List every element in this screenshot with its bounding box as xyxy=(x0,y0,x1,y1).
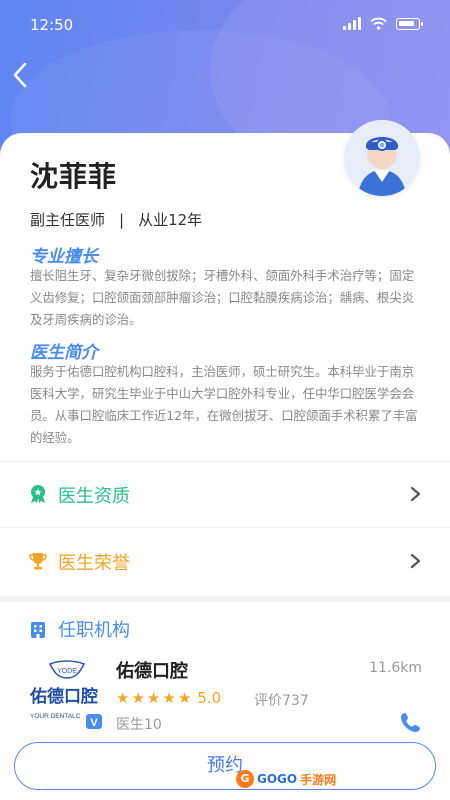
clinic-logo[interactable]: YODE 佑德口腔 YOUR DENTALC V xyxy=(30,658,104,730)
divider xyxy=(0,527,450,528)
doctor-name: 沈菲菲 xyxy=(30,160,118,193)
status-bar: 12:50 xyxy=(0,0,450,50)
bio-text: 服务于佑德口腔机构口腔科，主治医师，硕士研究生。本科毕业于南京医科大学，研究生毕… xyxy=(30,364,418,445)
star-icon: ★ xyxy=(146,689,161,707)
specialty-text: 擅长阻生牙、复杂牙微创拔除；牙槽外科、颌面外科手术治疗等；固定义齿修复；口腔颌面… xyxy=(30,268,415,327)
building-icon xyxy=(31,622,45,638)
doctor-avatar xyxy=(344,120,420,196)
clinic-name[interactable]: 佑德口腔 xyxy=(116,657,188,683)
bio-heading: 医生简介 xyxy=(30,338,98,363)
row-honors-label: 医生荣誉 xyxy=(58,553,130,574)
institution-heading-label: 任职机构 xyxy=(58,620,130,641)
separator: | xyxy=(119,210,125,229)
verified-badge: V xyxy=(90,717,98,729)
watermark-text: GOGO xyxy=(257,772,298,786)
clinic-logo-subtext: YOUR DENTALC xyxy=(30,713,81,720)
star-icon: ★ xyxy=(116,689,130,707)
review-count: 评价737 xyxy=(254,693,309,709)
watermark: G GOGO 手游网 xyxy=(236,770,336,788)
badge-icon xyxy=(31,485,45,503)
row-honors[interactable]: 医生荣誉 xyxy=(0,531,450,593)
phone-icon[interactable] xyxy=(400,711,422,733)
rating-score: 5.0 xyxy=(197,689,222,707)
back-button[interactable] xyxy=(10,60,40,98)
watermark-logo: G xyxy=(236,770,254,788)
doctor-title: 副主任医师 xyxy=(30,211,106,229)
specialty-heading-label: 专业擅长 xyxy=(30,247,98,267)
trophy-icon xyxy=(29,553,47,570)
section-gap xyxy=(0,596,450,602)
status-icons xyxy=(343,17,423,30)
status-time: 12:50 xyxy=(30,16,74,34)
star-icon: ★ xyxy=(162,689,176,707)
book-button[interactable]: 预约 xyxy=(14,742,436,790)
battery-icon xyxy=(396,17,423,30)
row-qualification[interactable]: 医生资质 xyxy=(0,464,450,526)
chevron-left-icon xyxy=(13,62,27,88)
chevron-right-icon xyxy=(410,486,421,502)
doctor-experience: 从业12年 xyxy=(138,211,203,229)
star-icon: ★ xyxy=(177,689,192,707)
doctor-title-line: 副主任医师 | 从业12年 xyxy=(30,209,202,230)
clinic-rating: ★ ★ ★ ★ ★ 5.0 xyxy=(116,689,221,707)
clinic-logo-top-text: YODE xyxy=(57,668,77,675)
bio-heading-label: 医生简介 xyxy=(30,343,98,363)
star-icon: ★ xyxy=(131,689,145,707)
clinic-logo-text: 佑德口腔 xyxy=(30,686,98,707)
row-qualification-label: 医生资质 xyxy=(58,486,130,507)
doctor-count: 医生10 xyxy=(116,717,162,733)
wifi-icon xyxy=(370,17,387,30)
institution-heading: 任职机构 xyxy=(28,616,130,642)
clinic-distance: 11.6km xyxy=(369,660,422,676)
signal-icon xyxy=(343,17,361,30)
specialty-heading: 专业擅长 xyxy=(30,242,98,267)
divider xyxy=(0,461,450,462)
watermark-text-cn: 手游网 xyxy=(300,772,337,787)
chevron-right-icon xyxy=(410,553,421,569)
bottom-bar: 预约 xyxy=(0,734,450,800)
